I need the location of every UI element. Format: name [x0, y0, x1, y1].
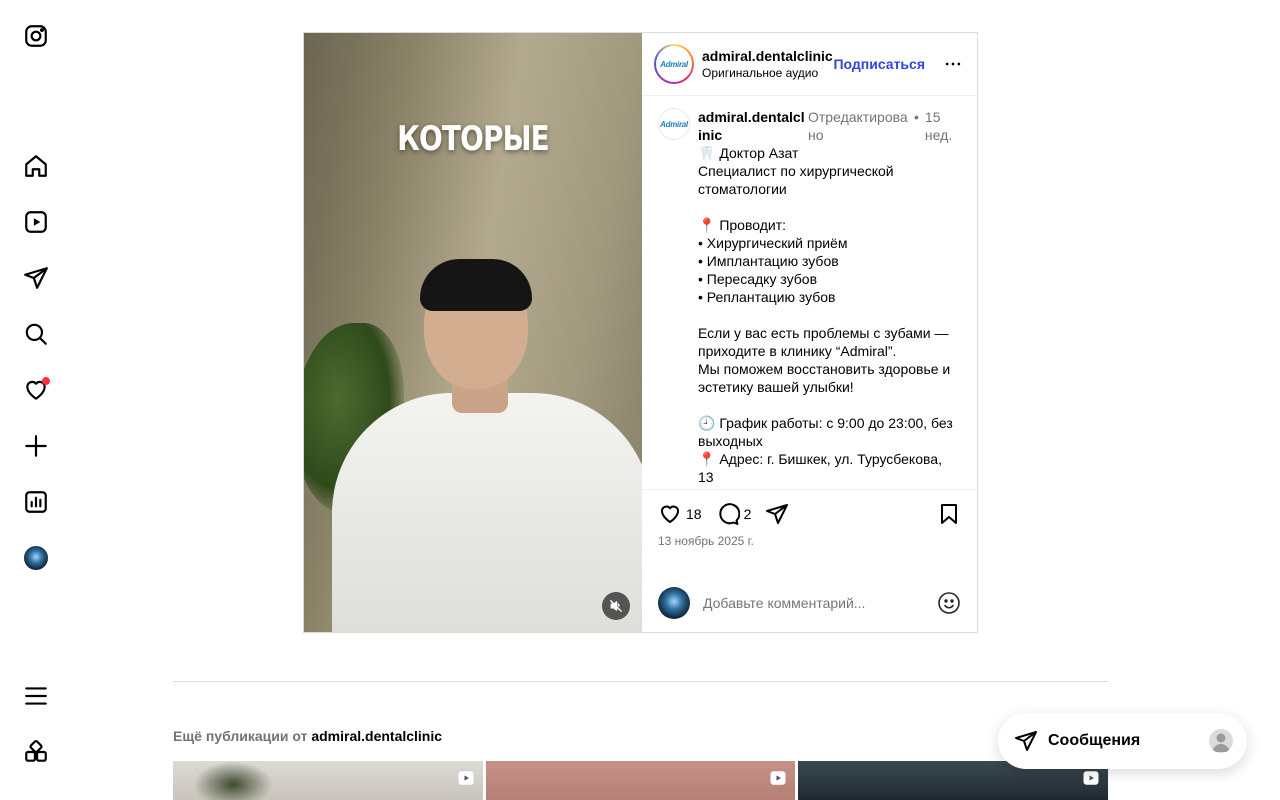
more-posts-prefix: Ещё публикации от — [173, 728, 308, 744]
caption-section: Admiral admiral.dentalclinic Отредактиро… — [642, 96, 977, 489]
bookmark-icon[interactable] — [937, 502, 961, 526]
caption-username[interactable]: admiral.dentalclinic — [698, 108, 808, 144]
more-posts-grid — [173, 761, 1109, 800]
sidebar-nav — [0, 0, 72, 800]
post-header: Admiral admiral.dentalclinic Оригинально… — [642, 33, 977, 96]
caption-author-avatar[interactable]: Admiral — [658, 108, 690, 140]
current-user-avatar — [658, 587, 690, 619]
emoji-icon[interactable] — [937, 591, 961, 615]
direct-icon[interactable] — [22, 264, 50, 292]
brand-logo: Admiral — [660, 59, 688, 69]
grid-post-thumbnail[interactable] — [173, 761, 483, 800]
more-posts-heading: Ещё публикации от admiral.dentalclinic — [173, 728, 442, 744]
post-side-panel: Admiral admiral.dentalclinic Оригинально… — [642, 33, 977, 632]
comment-icon[interactable] — [716, 502, 740, 526]
comment-composer — [642, 574, 977, 632]
post-actions: 18 2 13 ноябрь 2025 г. — [642, 489, 977, 574]
share-icon[interactable] — [765, 502, 789, 526]
reel-badge-icon — [770, 771, 786, 785]
reel-badge-icon — [1083, 771, 1099, 785]
post-card: КОТОРЫЕ Admiral admiral.dentalclinic Ори… — [303, 32, 978, 633]
direct-icon — [1015, 731, 1037, 751]
author-avatar[interactable]: Admiral — [654, 44, 694, 84]
muted-speaker-icon — [610, 600, 622, 612]
create-plus-icon[interactable] — [22, 432, 50, 460]
follow-button[interactable]: Подписаться — [833, 56, 925, 72]
profile-avatar[interactable] — [22, 544, 50, 572]
mute-toggle-button[interactable] — [602, 592, 630, 620]
comment-count[interactable]: 2 — [744, 506, 752, 522]
notification-dot — [42, 377, 50, 385]
messages-avatar — [1209, 729, 1233, 753]
home-icon[interactable] — [22, 152, 50, 180]
author-username[interactable]: admiral.dentalclinic — [702, 48, 833, 64]
also-from-meta-icon[interactable] — [22, 738, 50, 766]
edited-label: Отредактировано — [808, 109, 908, 143]
separator-dot: • — [914, 109, 919, 125]
section-divider — [173, 681, 1108, 682]
instagram-logo-icon[interactable] — [22, 22, 50, 50]
grid-post-thumbnail[interactable] — [485, 761, 796, 800]
like-count[interactable]: 18 — [686, 506, 702, 522]
comment-input[interactable] — [703, 595, 937, 611]
caption-brand-logo: Admiral — [660, 119, 688, 129]
menu-hamburger-icon[interactable] — [22, 682, 50, 710]
reels-icon[interactable] — [22, 208, 50, 236]
reel-badge-icon — [458, 771, 474, 785]
audio-label[interactable]: Оригинальное аудио — [702, 66, 833, 80]
messages-button[interactable]: Сообщения — [998, 713, 1247, 769]
more-options-icon[interactable] — [941, 52, 965, 76]
reel-video[interactable]: КОТОРЫЕ — [304, 33, 642, 632]
messages-label: Сообщения — [1048, 732, 1141, 749]
default-user-icon — [1212, 733, 1230, 752]
doctor-hair-shape — [420, 259, 532, 311]
notifications-heart-icon[interactable] — [22, 376, 50, 404]
like-heart-icon[interactable] — [658, 502, 682, 526]
video-overlay-text: КОТОРЫЕ — [397, 119, 550, 159]
doctor-coat-shape — [332, 393, 642, 632]
post-age[interactable]: 15 нед. — [925, 108, 955, 144]
more-posts-account[interactable]: admiral.dentalclinic — [311, 728, 442, 744]
search-icon[interactable] — [22, 320, 50, 348]
caption-text: 🦷 Доктор Азат Специалист по хирургическо… — [698, 145, 953, 485]
insights-icon[interactable] — [22, 488, 50, 516]
post-date[interactable]: 13 ноябрь 2025 г. — [658, 534, 961, 548]
